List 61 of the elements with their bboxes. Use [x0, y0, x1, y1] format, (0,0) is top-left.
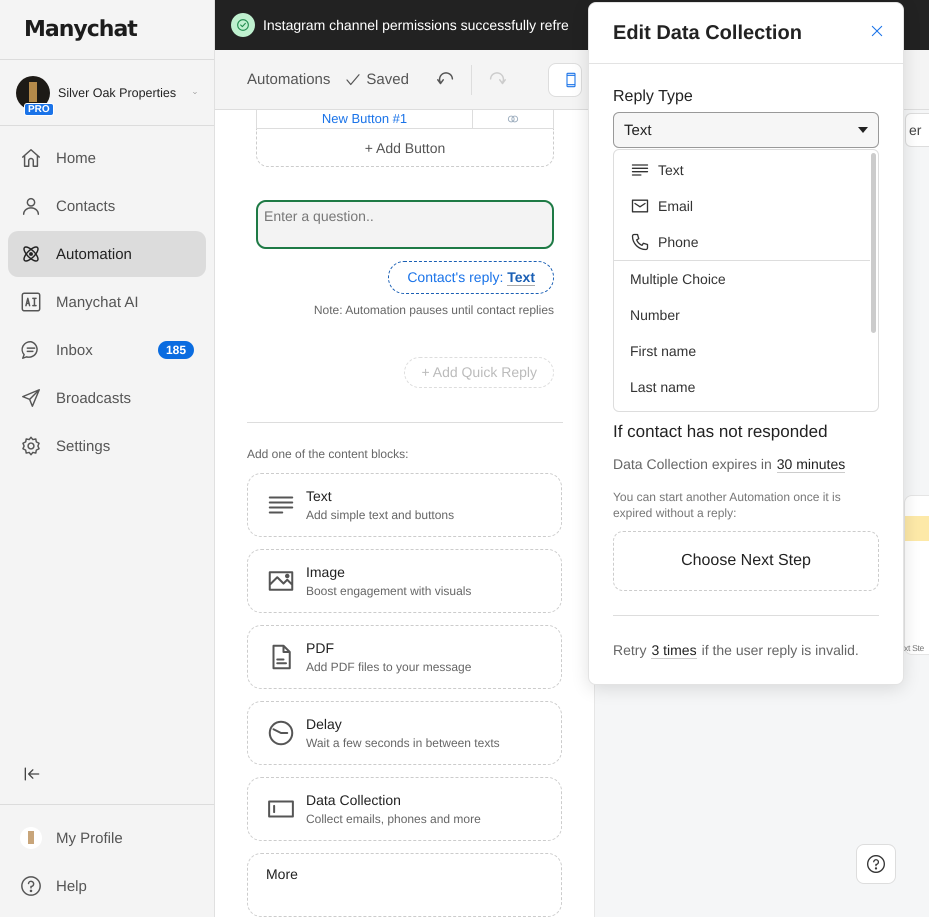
logo[interactable]: Manychat	[24, 17, 137, 42]
content-block-card[interactable]: Image Boost engagement with visuals	[247, 549, 562, 613]
expiry-note: You can start another Automation once it is expired without a reply:	[613, 489, 842, 521]
nav-item[interactable]: My Profile	[8, 815, 206, 861]
nav-item[interactable]: Home	[8, 135, 206, 181]
ai-icon	[20, 291, 42, 313]
retry-text: if the user reply is invalid.	[702, 642, 859, 659]
person-icon	[20, 195, 42, 217]
retry-text: Retry	[613, 642, 646, 659]
nav-item[interactable]: Help	[8, 863, 206, 909]
reply-type-option[interactable]: Multiple Choice	[614, 261, 878, 297]
question-field[interactable]: Enter a question..	[256, 200, 554, 249]
reply-type-select[interactable]: Text	[613, 112, 879, 148]
help-button[interactable]	[856, 844, 896, 884]
home-icon	[20, 147, 42, 169]
content-block-card[interactable]: Data Collection Collect emails, phones and more	[247, 777, 562, 841]
content-block-card[interactable]: Delay Wait a few seconds in between texts	[247, 701, 562, 765]
field-label: Reply Type	[613, 88, 694, 106]
notification-text: Instagram channel permissions successfully refre	[263, 17, 569, 33]
reply-type-option[interactable]: Last name	[614, 369, 878, 405]
pause-note: Note: Automation pauses until contact replies	[314, 302, 554, 317]
retry-count-link[interactable]: 3 times	[651, 642, 697, 659]
count-badge: 185	[158, 341, 194, 359]
choose-next-step-button[interactable]: Choose Next Step	[613, 531, 879, 591]
caret-icon	[858, 127, 868, 133]
reply-type-option[interactable]: Phone	[614, 224, 878, 260]
expiry-link[interactable]: 30 minutes	[776, 456, 846, 473]
phone-icon	[630, 232, 650, 252]
reply-type-option[interactable]: First name	[614, 333, 878, 369]
settings-icon	[20, 435, 42, 457]
expiry-text: Data Collection expires in	[613, 456, 772, 473]
reply-type-option[interactable]: Email	[614, 188, 878, 224]
help-icon	[866, 854, 886, 874]
blocks-heading: Add one of the content blocks:	[247, 447, 410, 461]
scrollbar-thumb[interactable]	[871, 153, 876, 333]
node-footer-text: xt Ste	[904, 643, 924, 653]
content-block-card[interactable]: More	[247, 853, 562, 917]
send-icon	[20, 387, 42, 409]
breadcrumb-link[interactable]: Automations	[247, 71, 330, 88]
nav-item[interactable]: Contacts	[8, 183, 206, 229]
nav-item[interactable]: Inbox 185	[8, 327, 206, 373]
avatar-icon	[20, 827, 42, 849]
canvas-button[interactable]: er	[905, 113, 929, 147]
reply-type-option[interactable]: Number	[614, 297, 878, 333]
pro-badge: PRO	[24, 102, 54, 116]
reply-type-chip[interactable]: Contact's reply: Text	[388, 260, 554, 294]
help-icon	[20, 875, 42, 897]
device-preview-button[interactable]	[548, 62, 582, 96]
content-block-card[interactable]: Text Add simple text and buttons	[247, 473, 562, 537]
nav-item[interactable]: Settings	[8, 423, 206, 469]
clock-icon	[266, 718, 296, 748]
nav-item[interactable]: Broadcasts	[8, 375, 206, 421]
nav-item[interactable]: Manychat AI	[8, 279, 206, 325]
panel-title: Edit Data Collection	[613, 22, 802, 44]
section-heading: If contact has not responded	[613, 422, 829, 442]
nav-item[interactable]: Automation	[8, 231, 206, 277]
content-block-card[interactable]: PDF Add PDF files to your message	[247, 625, 562, 689]
reply-type-option[interactable]: Text	[614, 152, 878, 188]
add-button[interactable]: + Add Button	[256, 129, 554, 167]
account-switcher[interactable]: PRO Silver Oak Properties	[0, 60, 214, 126]
saved-status: Saved	[366, 71, 409, 88]
